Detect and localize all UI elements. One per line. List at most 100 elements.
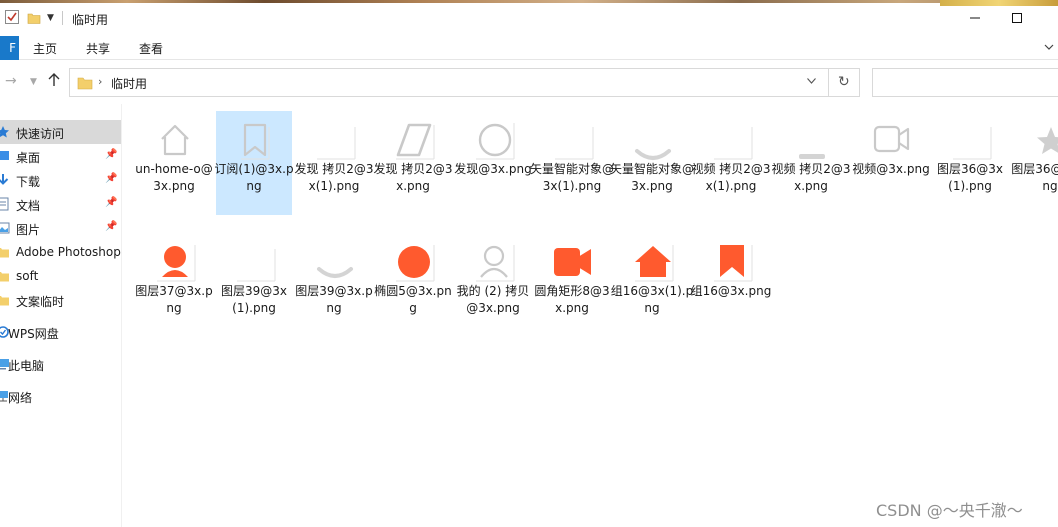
sidebar-item-this-pc[interactable]: 此电脑 [0, 352, 121, 376]
home-outline-icon [144, 117, 206, 163]
desktop-icon [0, 149, 10, 163]
maximize-button[interactable] [1002, 6, 1032, 30]
sidebar-item-adobe-photoshop[interactable]: Adobe Photoshop [0, 240, 121, 264]
breadcrumb-chevron-icon[interactable]: › [98, 75, 102, 88]
file-name: 图层39@3x.png [295, 284, 373, 315]
file-name: 矢量智能对象@3x.png [610, 162, 695, 193]
sidebar-item-copy-temp[interactable]: 文案临时 [0, 288, 121, 312]
file-name: 椭圆5@3x.png [374, 284, 452, 315]
file-item[interactable]: 图层39@3x.png [295, 233, 373, 337]
sidebar-item-documents[interactable]: 文档 📌 [0, 192, 121, 216]
window-title: 临时用 [72, 13, 109, 27]
file-name: 图层36@3x(1).png [936, 162, 1003, 193]
pin-icon[interactable]: 📌 [105, 173, 117, 184]
tab-share[interactable]: 共享 [86, 40, 110, 57]
sidebar-item-label: Adobe Photoshop [16, 245, 121, 259]
diamond-outline-icon [383, 117, 445, 163]
address-separator [828, 69, 829, 96]
file-item[interactable]: 发现 拷贝2@3x.png [373, 111, 453, 215]
file-item[interactable]: 视频@3x.png [852, 111, 930, 215]
sidebar-item-label: 文案临时 [16, 295, 65, 309]
file-name: 组16@3x(1).png [610, 284, 694, 315]
address-row: → ▼ › 临时用 ↻ [0, 60, 1058, 104]
file-name: un-home-o@3x.png [135, 162, 213, 193]
file-item[interactable]: un-home-o@3x.png [135, 111, 213, 215]
recent-locations-icon[interactable]: ▼ [30, 77, 37, 87]
ribbon-tabs: F 主页 共享 查看 [0, 36, 1058, 60]
sidebar-item-label: 此电脑 [8, 359, 45, 373]
sidebar-item-desktop[interactable]: 桌面 📌 [0, 144, 121, 168]
circle-outline-icon [463, 117, 525, 163]
tab-file[interactable]: F [0, 36, 19, 60]
home-orange-icon [622, 239, 684, 285]
sidebar-item-soft[interactable]: soft [0, 264, 121, 288]
download-icon [0, 173, 10, 187]
new-folder-icon[interactable] [27, 10, 41, 26]
file-name: 我的 (2) 拷贝@3x.png [456, 284, 530, 315]
file-item[interactable]: 图层36@3x.png [1011, 111, 1058, 215]
smile-curve-icon [304, 239, 366, 285]
address-bar[interactable]: › 临时用 ↻ [69, 68, 860, 97]
file-item[interactable]: 椭圆5@3x.png [374, 233, 452, 337]
file-item[interactable]: 图层37@3x.png [135, 233, 213, 337]
sidebar-item-downloads[interactable]: 下载 📌 [0, 168, 121, 192]
file-item[interactable]: 我的 (2) 拷贝@3x.png [455, 233, 531, 337]
blank-thumb-icon [701, 117, 763, 163]
address-dropdown-icon[interactable] [807, 77, 816, 87]
file-name: 订阅(1)@3x.png [214, 162, 294, 193]
pin-icon[interactable]: 📌 [105, 197, 117, 208]
file-item[interactable]: 图层39@3x(1).png [216, 233, 292, 337]
file-item[interactable]: 发现 拷贝2@3x(1).png [294, 111, 374, 215]
pin-icon[interactable]: 📌 [105, 149, 117, 160]
navigation-pane: 快速访问 桌面 📌 下载 📌 文档 📌 图片 📌 Adobe Photoshop… [0, 104, 122, 527]
blank-thumb-icon [940, 117, 1002, 163]
sidebar-item-label: 快速访问 [16, 127, 65, 141]
sidebar-item-pictures[interactable]: 图片 📌 [0, 216, 121, 240]
sidebar-item-label: 桌面 [16, 151, 41, 165]
file-item[interactable]: 订阅(1)@3x.png [214, 111, 294, 215]
user-orange-icon [144, 239, 206, 285]
file-item[interactable]: 组16@3x.png [691, 233, 771, 337]
video-orange-icon [542, 239, 604, 285]
folder-icon [0, 293, 10, 307]
star-icon [0, 125, 10, 139]
up-arrow-icon[interactable] [48, 73, 60, 91]
customize-toolbar-icon[interactable]: ▼ [47, 10, 54, 26]
file-item[interactable]: 矢量智能对象@3x.png [610, 111, 694, 215]
breadcrumb-path[interactable]: 临时用 [111, 75, 147, 92]
file-name: 视频 拷贝2@3x(1).png [691, 162, 771, 193]
sidebar-item-wps-cloud[interactable]: WPS网盘 [0, 320, 121, 344]
tab-view[interactable]: 查看 [139, 40, 163, 57]
minimize-button[interactable] [960, 6, 990, 30]
search-input[interactable] [872, 68, 1058, 97]
file-item[interactable]: 矢量智能对象@3x(1).png [530, 111, 614, 215]
file-item[interactable]: 发现@3x.png [454, 111, 532, 215]
folder-icon [0, 269, 10, 283]
background-strip [0, 0, 1058, 3]
sidebar-item-label: 文档 [16, 199, 41, 213]
smile-curve-icon [622, 117, 684, 163]
file-item[interactable]: 组16@3x(1).png [611, 233, 693, 337]
circle-orange-icon [383, 239, 445, 285]
file-item[interactable]: 视频 拷贝2@3x(1).png [691, 111, 771, 215]
file-item[interactable]: 圆角矩形8@3x.png [534, 233, 610, 337]
tab-home[interactable]: 主页 [33, 40, 57, 57]
picture-icon [0, 221, 10, 235]
refresh-icon[interactable]: ↻ [838, 74, 850, 90]
sidebar-item-network[interactable]: 网络 [0, 384, 121, 408]
user-outline-icon [463, 239, 525, 285]
folder-icon [77, 75, 93, 94]
back-arrow-icon[interactable]: → [5, 73, 17, 89]
file-item[interactable]: 图层36@3x(1).png [932, 111, 1008, 215]
sidebar-item-quick-access[interactable]: 快速访问 [0, 120, 121, 144]
pin-icon[interactable]: 📌 [105, 221, 117, 232]
properties-check-icon[interactable] [5, 10, 19, 24]
file-item[interactable]: 视频 拷贝2@3x.png [771, 111, 851, 215]
file-name: 视频 拷贝2@3x.png [771, 162, 851, 193]
file-list: un-home-o@3x.png 订阅(1)@3x.png 发现 拷贝2@3x(… [122, 104, 1058, 527]
file-name: 发现@3x.png [454, 162, 532, 176]
video-outline-icon [861, 117, 923, 163]
file-name: 发现 拷贝2@3x.png [373, 162, 453, 193]
file-name: 图层37@3x.png [135, 284, 213, 315]
expand-ribbon-icon[interactable] [1044, 41, 1054, 55]
